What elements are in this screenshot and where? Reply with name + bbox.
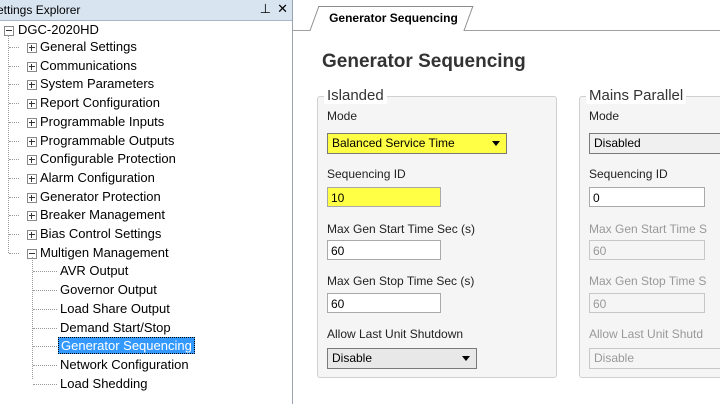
islanded-max-start-input[interactable]: 60 [327,240,441,260]
mains-mode-select[interactable]: Disabled [589,133,720,154]
expand-icon[interactable] [27,211,37,222]
islanded-seq-id-label: Sequencing ID [327,167,406,181]
tree-root[interactable]: DGC-2020HD [16,21,101,39]
tree-item[interactable]: Report Configuration [38,94,162,112]
tab-strip: Generator Sequencing [293,0,720,32]
root-collapse-icon[interactable] [4,26,14,36]
islanded-title: Islanded [324,87,387,104]
expand-icon[interactable] [27,43,37,53]
expand-icon[interactable] [27,173,37,184]
tree-item[interactable]: Breaker Management [38,206,167,224]
islanded-allow-last-label: Allow Last Unit Shutdown [327,327,464,341]
expand-icon[interactable] [27,155,37,166]
mains-parallel-title: Mains Parallel [586,87,687,104]
expand-icon[interactable] [27,136,37,147]
tree-child-item[interactable]: Load Shedding [58,375,149,393]
tree-child-item[interactable]: AVR Output [58,262,130,280]
chevron-down-icon [462,356,470,361]
expand-icon[interactable] [27,99,37,110]
pin-icon[interactable]: ⊥ [260,1,271,19]
islanded-max-stop-label: Max Gen Stop Time Sec (s) [327,274,475,288]
tree-child-item[interactable]: Network Configuration [58,356,191,374]
tree-item[interactable]: Alarm Configuration [38,169,157,187]
tab-generator-sequencing[interactable]: Generator Sequencing [309,6,474,32]
tree-item[interactable]: Communications [38,57,139,75]
tree-item[interactable]: Configurable Protection [38,150,178,168]
settings-tree: DGC-2020HD General Settings Communication… [0,21,292,404]
tree-item[interactable]: Programmable Inputs [38,113,166,131]
mains-mode-label: Mode [589,109,620,123]
tree-child-item[interactable]: Governor Output [58,281,159,299]
islanded-mode-select[interactable]: Balanced Service Time [327,133,507,154]
expand-icon[interactable] [27,192,37,203]
tree-child-item[interactable]: Demand Start/Stop [58,319,173,337]
mains-seq-id-label: Sequencing ID [589,167,668,181]
tree-child-item[interactable]: Generator Sequencing [58,337,195,355]
mains-max-stop-input: 60 [589,293,705,313]
tree-item[interactable]: General Settings [38,38,139,56]
expand-icon[interactable] [27,61,37,72]
explorer-title: ettings Explorer [0,3,81,17]
settings-content: Generator Sequencing Islanded Mode Balan… [293,31,720,404]
mains-allow-last-label: Allow Last Unit Shutd [589,327,704,341]
tree-item[interactable]: Multigen Management [38,244,171,262]
mains-max-start-input: 60 [589,240,705,260]
expand-icon[interactable] [27,80,37,91]
islanded-allow-last-select[interactable]: Disable [327,348,477,369]
page-title: Generator Sequencing [322,51,526,72]
main-area: Generator Sequencing Generator Sequencin… [293,0,720,404]
mains-max-start-label: Max Gen Start Time S [589,222,708,236]
tree-item[interactable]: Programmable Outputs [38,132,176,150]
mains-max-stop-label: Max Gen Stop Time S [589,274,707,288]
tree-item[interactable]: Generator Protection [38,188,163,206]
tree-child-item[interactable]: Load Share Output [58,300,172,318]
expand-icon[interactable] [27,117,37,128]
explorer-header: ettings Explorer ⊥ ✕ [0,0,292,21]
tree-item[interactable]: Bias Control Settings [38,225,163,243]
settings-explorer-panel: ettings Explorer ⊥ ✕ DGC-2020HD General … [0,0,293,404]
mains-allow-last-select: Disable [589,348,720,369]
tree-item[interactable]: System Parameters [38,75,156,93]
islanded-mode-label: Mode [327,109,358,123]
chevron-down-icon [492,141,500,146]
islanded-seq-id-input[interactable]: 10 [327,187,441,207]
mains-seq-id-input[interactable]: 0 [589,187,705,207]
close-icon[interactable]: ✕ [277,1,288,19]
islanded-max-start-label: Max Gen Start Time Sec (s) [327,222,476,236]
expand-icon[interactable] [27,230,37,240]
islanded-max-stop-input[interactable]: 60 [327,293,441,313]
